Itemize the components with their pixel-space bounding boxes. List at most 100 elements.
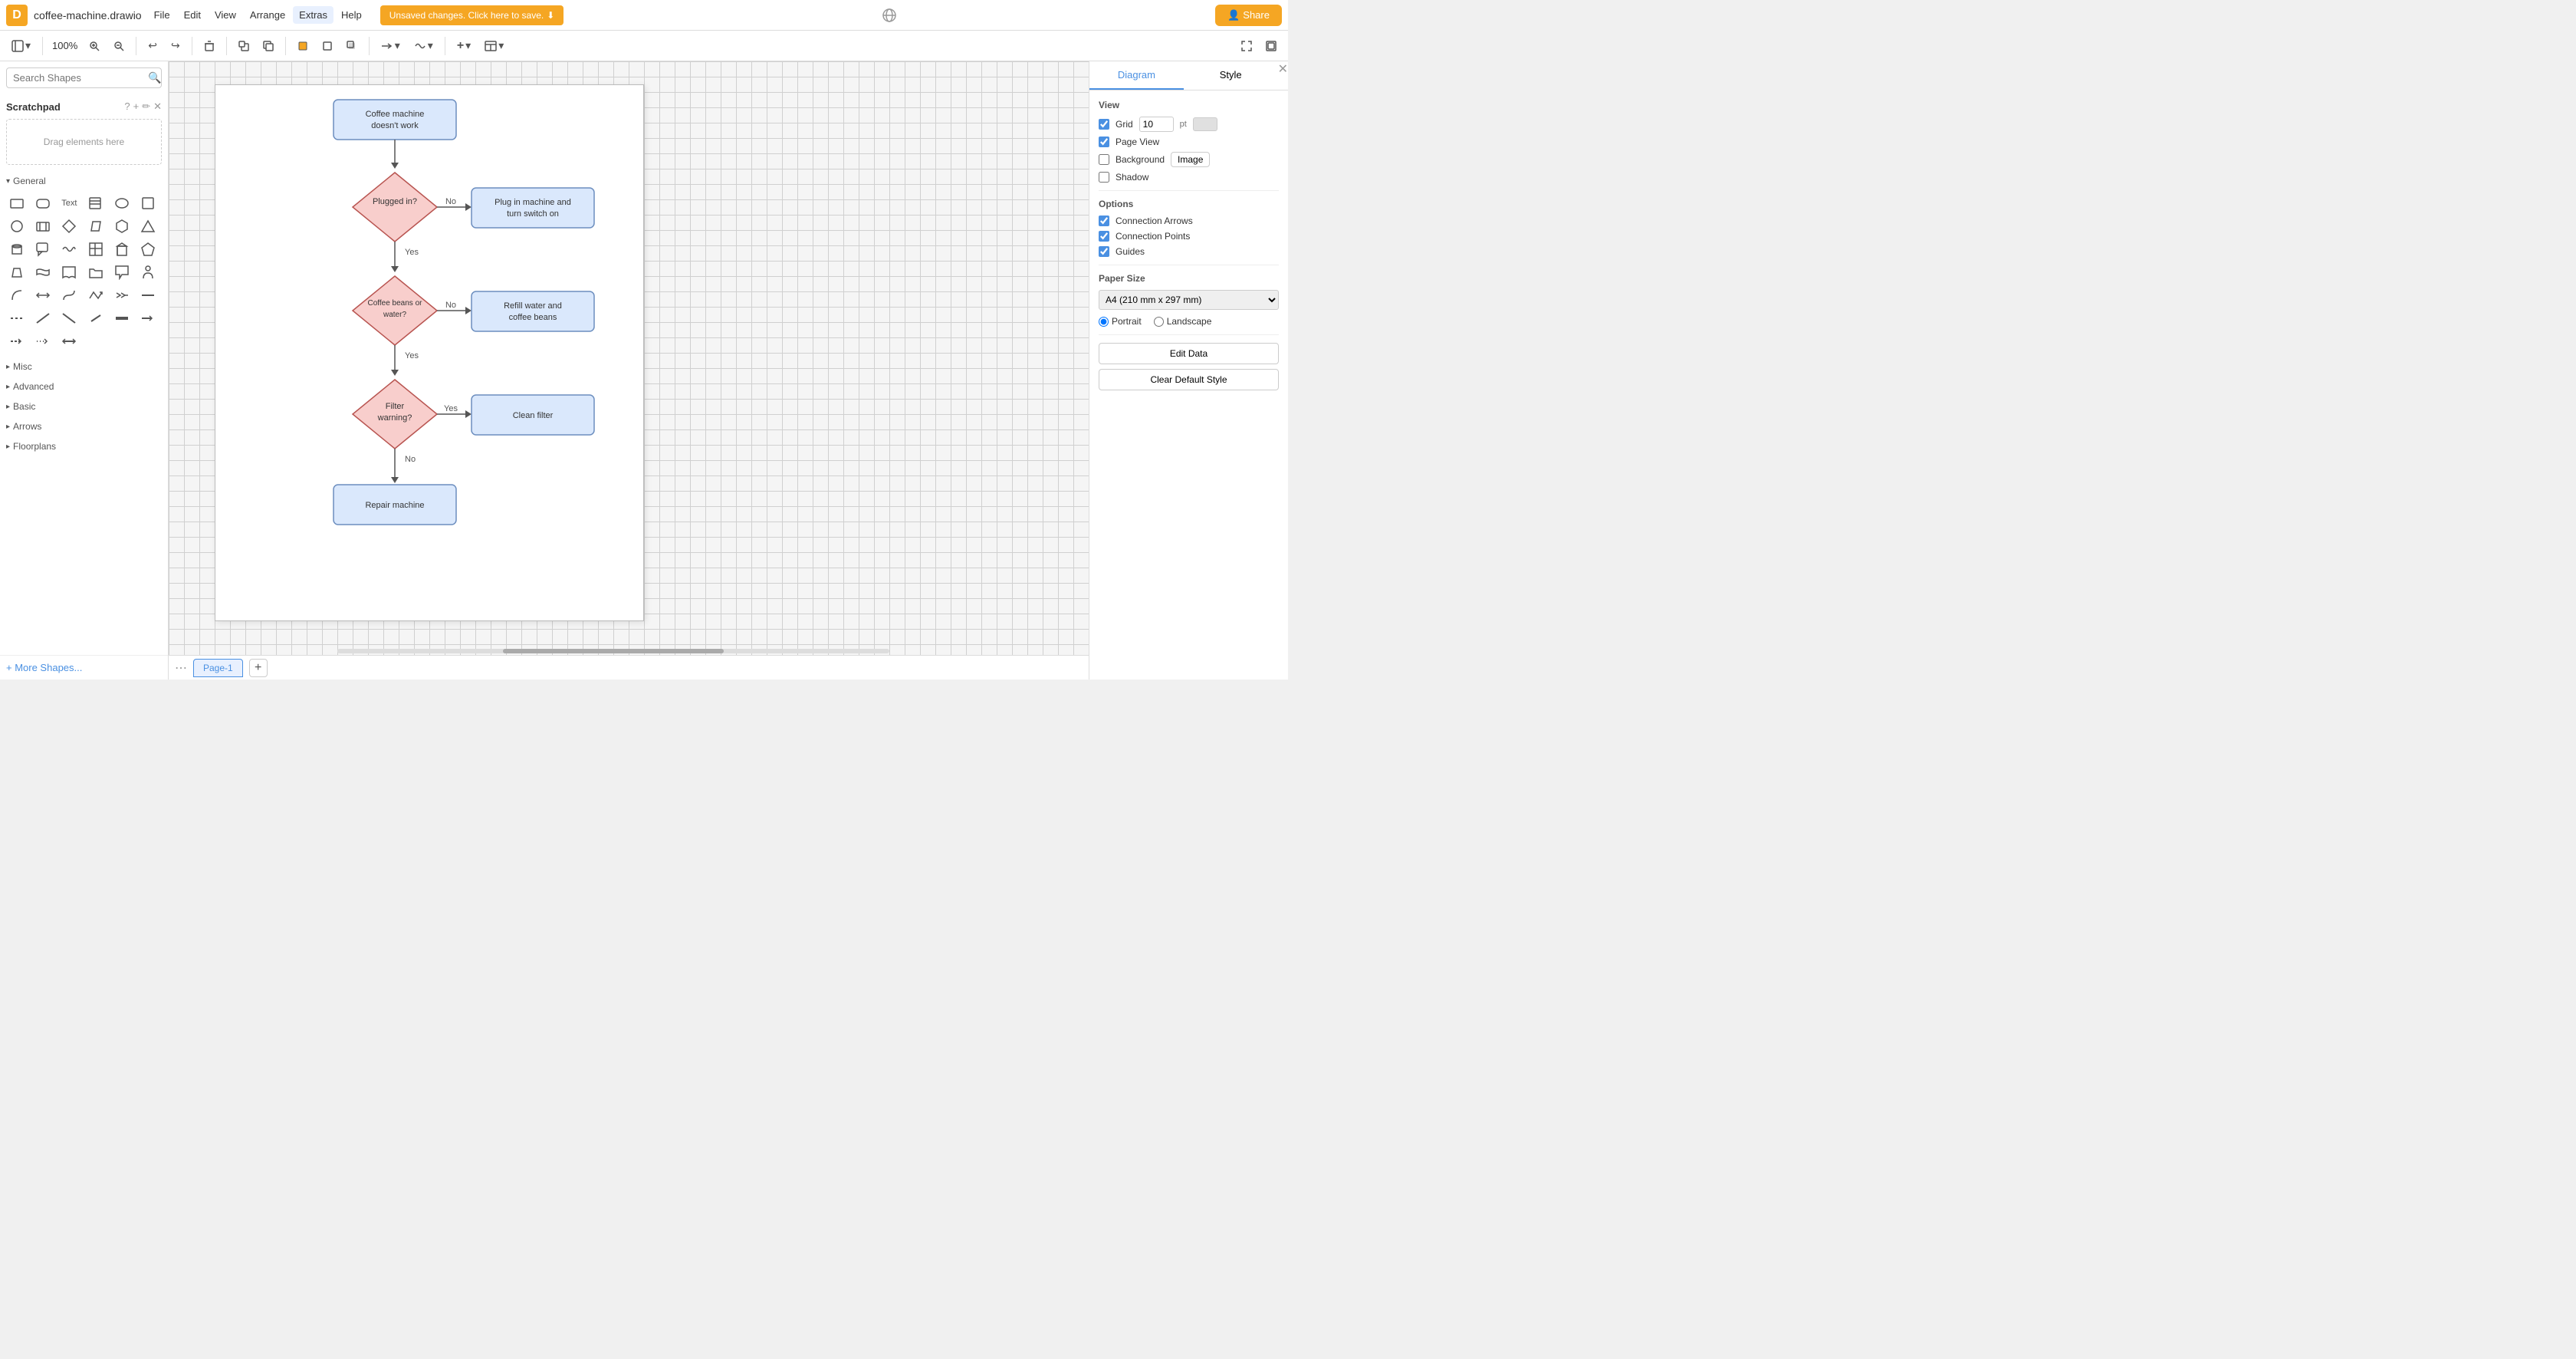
insert-button[interactable]: + ▾ <box>452 35 476 57</box>
share-button[interactable]: 👤 Share <box>1215 5 1282 26</box>
grid-size-input[interactable] <box>1139 117 1174 132</box>
add-page-button[interactable]: + <box>249 659 268 677</box>
shape-double-chevron[interactable] <box>111 285 133 306</box>
grid-checkbox[interactable] <box>1099 119 1109 130</box>
shape-arrow-line[interactable] <box>137 308 159 329</box>
shape-diagonal-line-2[interactable] <box>58 308 80 329</box>
category-floorplans-header[interactable]: Floorplans <box>6 439 162 454</box>
line-color-button[interactable] <box>317 37 338 55</box>
node-action2[interactable] <box>472 291 594 331</box>
landscape-radio[interactable] <box>1154 317 1164 327</box>
shape-thick-line[interactable] <box>111 308 133 329</box>
horizontal-scrollbar[interactable] <box>337 647 889 655</box>
connection-points-checkbox[interactable] <box>1099 231 1109 242</box>
shadow-button[interactable] <box>341 37 363 55</box>
to-front-button[interactable] <box>233 37 255 55</box>
shape-dotted-arrow[interactable] <box>32 331 54 352</box>
shape-triangle[interactable] <box>137 216 159 237</box>
shape-ribbon[interactable] <box>32 262 54 283</box>
portrait-radio[interactable] <box>1099 317 1109 327</box>
shape-diagonal-line[interactable] <box>32 308 54 329</box>
undo-button[interactable]: ↩ <box>143 35 163 56</box>
shape-trapezoid[interactable] <box>6 262 28 283</box>
menu-help[interactable]: Help <box>335 6 368 24</box>
delete-button[interactable] <box>199 37 220 55</box>
zoom-out-button[interactable] <box>108 37 130 55</box>
fullscreen-button[interactable] <box>1236 37 1257 55</box>
shape-process[interactable] <box>32 216 54 237</box>
shape-double-arrow-line[interactable] <box>58 331 80 352</box>
category-arrows-header[interactable]: Arrows <box>6 419 162 434</box>
close-panel-icon[interactable]: ✕ <box>1278 61 1288 90</box>
menu-arrange[interactable]: Arrange <box>244 6 291 24</box>
shape-line-short[interactable] <box>85 308 107 329</box>
page-menu-button[interactable]: ⋯ <box>175 660 187 676</box>
shape-solid-line[interactable] <box>137 285 159 306</box>
shape-diamond[interactable] <box>58 216 80 237</box>
clear-style-button[interactable]: Clear Default Style <box>1099 369 1279 390</box>
unsaved-changes-button[interactable]: Unsaved changes. Click here to save. ⬇ <box>380 5 564 25</box>
zoom-in-button[interactable] <box>84 37 105 55</box>
shape-callout[interactable] <box>32 239 54 260</box>
add-scratchpad-icon[interactable]: + <box>133 100 140 113</box>
connection-arrows-checkbox[interactable] <box>1099 216 1109 226</box>
tab-diagram[interactable]: Diagram <box>1089 61 1184 90</box>
category-general-header[interactable]: General <box>6 173 162 189</box>
search-box[interactable]: 🔍 <box>6 67 162 88</box>
shape-double-arrow[interactable] <box>32 285 54 306</box>
fit-page-button[interactable] <box>1260 37 1282 55</box>
shape-dashed-arrow[interactable] <box>6 331 28 352</box>
category-misc-header[interactable]: Misc <box>6 359 162 374</box>
help-icon[interactable]: ? <box>124 100 130 113</box>
shape-ellipse[interactable] <box>111 192 133 214</box>
edit-scratchpad-icon[interactable]: ✏ <box>142 100 150 113</box>
to-back-button[interactable] <box>258 37 279 55</box>
paper-size-select[interactable]: A4 (210 mm x 297 mm) Letter A3 <box>1099 290 1279 310</box>
shape-pentagon[interactable] <box>137 239 159 260</box>
shape-circle[interactable] <box>6 216 28 237</box>
shape-cylinder[interactable] <box>6 239 28 260</box>
connector-button[interactable]: ▾ <box>376 35 406 56</box>
diamond-plugged[interactable] <box>353 173 437 242</box>
shape-hexagon[interactable] <box>111 216 133 237</box>
table-button[interactable]: ▾ <box>479 35 509 56</box>
page-tab-1[interactable]: Page-1 <box>193 659 243 677</box>
shape-wave[interactable] <box>58 239 80 260</box>
category-advanced-header[interactable]: Advanced <box>6 379 162 394</box>
shape-rectangle-outline[interactable] <box>6 192 28 214</box>
more-shapes-button[interactable]: + More Shapes... <box>0 655 168 680</box>
sidebar-toggle-button[interactable]: ▾ <box>6 35 36 56</box>
edit-data-button[interactable]: Edit Data <box>1099 343 1279 364</box>
menu-extras[interactable]: Extras <box>293 6 334 24</box>
shape-speech[interactable] <box>111 262 133 283</box>
shape-person[interactable] <box>137 262 159 283</box>
shape-s-curve[interactable] <box>58 285 80 306</box>
shape-grid[interactable] <box>85 239 107 260</box>
shape-note[interactable] <box>85 192 107 214</box>
shape-dashed-line[interactable] <box>6 308 28 329</box>
menu-view[interactable]: View <box>209 6 242 24</box>
category-basic-header[interactable]: Basic <box>6 399 162 414</box>
grid-color-swatch[interactable] <box>1193 117 1217 131</box>
background-checkbox[interactable] <box>1099 154 1109 165</box>
tab-style[interactable]: Style <box>1184 61 1278 90</box>
waypoint-button[interactable]: ▾ <box>409 35 439 56</box>
shape-square[interactable] <box>137 192 159 214</box>
node-start[interactable] <box>334 100 456 140</box>
menu-edit[interactable]: Edit <box>178 6 207 24</box>
shape-document[interactable] <box>58 262 80 283</box>
redo-button[interactable]: ↪ <box>166 35 186 56</box>
shape-zigzag-arrow[interactable] <box>85 285 107 306</box>
canvas-area[interactable]: Coffee machine doesn't work Plugged in? … <box>169 61 1089 680</box>
close-scratchpad-icon[interactable]: ✕ <box>153 100 162 113</box>
shape-rectangle-rounded[interactable] <box>32 192 54 214</box>
search-input[interactable] <box>13 72 148 84</box>
page-view-checkbox[interactable] <box>1099 137 1109 147</box>
shape-text[interactable]: Text <box>58 192 80 214</box>
image-button[interactable]: Image <box>1171 152 1210 167</box>
scrollbar-thumb[interactable] <box>503 649 724 653</box>
scratchpad-drop-zone[interactable]: Drag elements here <box>6 119 162 165</box>
guides-checkbox[interactable] <box>1099 246 1109 257</box>
shape-parallelogram[interactable] <box>85 216 107 237</box>
shadow-checkbox[interactable] <box>1099 172 1109 183</box>
